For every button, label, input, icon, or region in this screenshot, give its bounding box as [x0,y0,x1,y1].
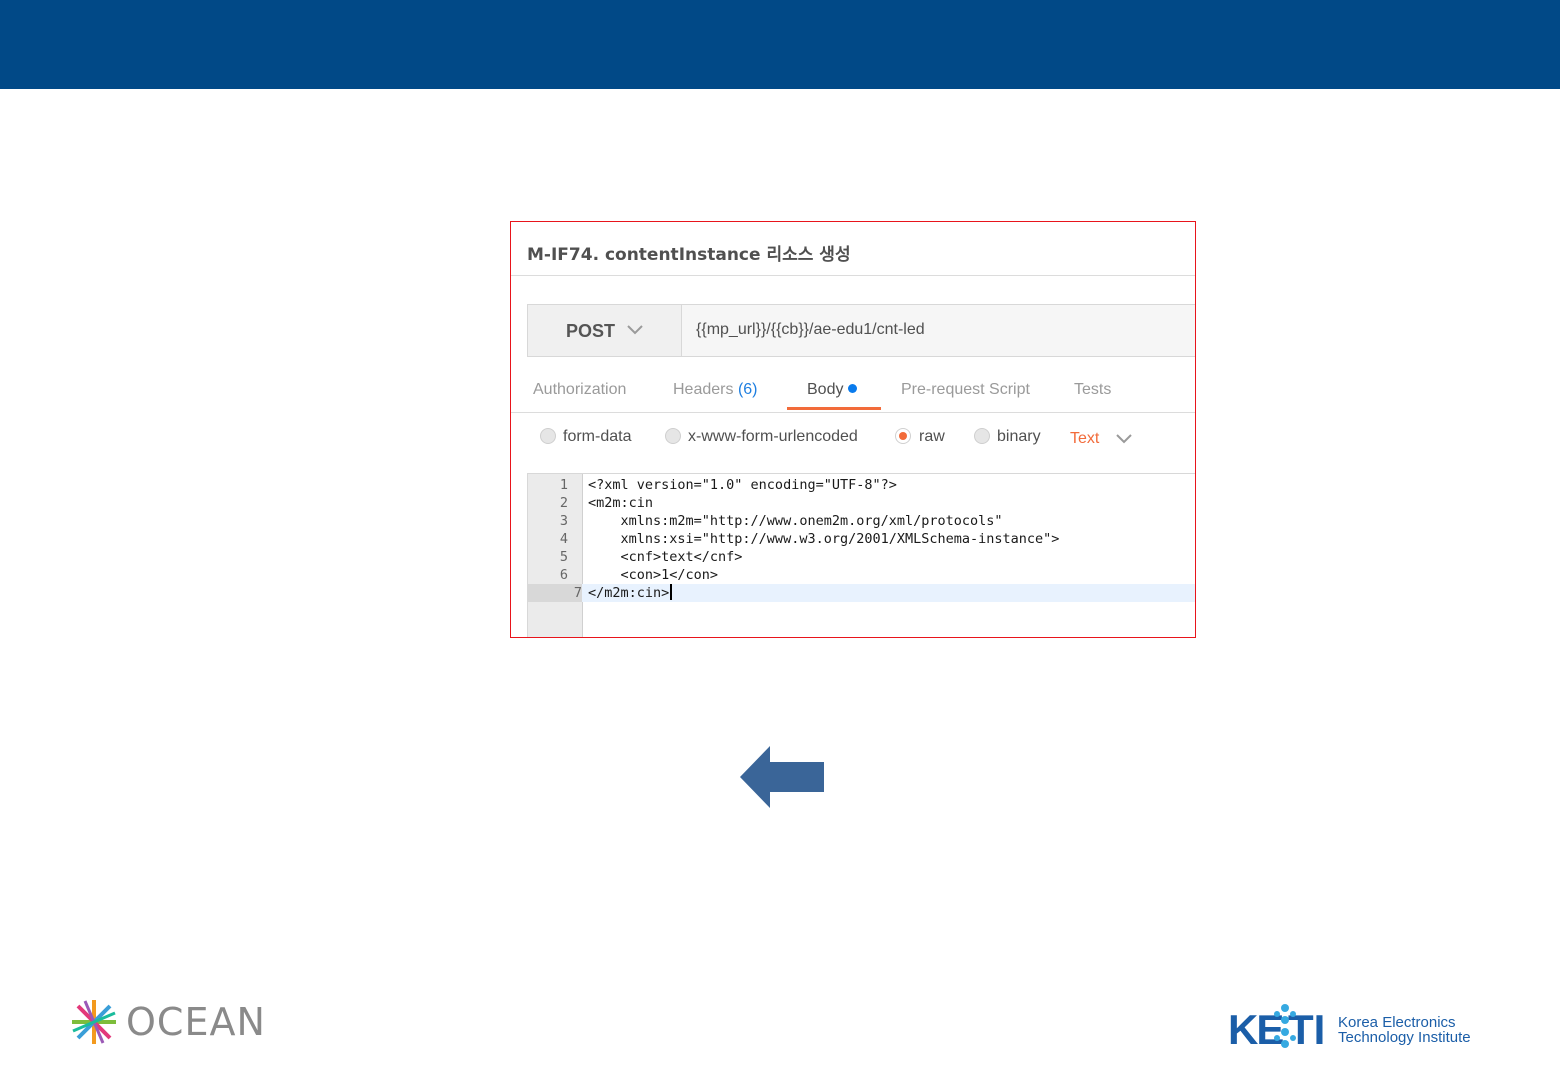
request-title: M-IF74. contentInstance 리소스 생성 [527,245,851,265]
active-tab-indicator [787,407,881,410]
line-number: 6 [559,567,568,583]
line-code: xmlns:m2m="http://www.onem2m.org/xml/pro… [588,513,1003,529]
tab-body[interactable]: Body [807,381,858,399]
request-url-bar: POST {{mp_url}}/{{cb}}/ae-edu1/cnt-led [527,304,1195,357]
radio-binary-label[interactable]: binary [997,428,1041,446]
code-line-active: 7 </m2m:cin> [528,584,1195,602]
code-line: 5 <cnf>text</cnf> [528,548,1195,566]
code-line: 6 <con>1</con> [528,566,1195,584]
tab-prerequest-script[interactable]: Pre-request Script [901,381,1030,399]
keti-name-line2: Technology Institute [1338,1029,1471,1046]
code-line: 1 <?xml version="1.0" encoding="UTF-8"?> [528,476,1195,494]
line-number: 7 [528,584,582,602]
code-line: 3 xmlns:m2m="http://www.onem2m.org/xml/p… [528,512,1195,530]
line-number: 2 [559,495,568,511]
radio-urlencoded[interactable] [665,428,681,444]
radio-form-data-label[interactable]: form-data [563,428,631,446]
text-cursor [670,584,673,600]
radio-raw[interactable] [895,428,911,444]
line-code: <?xml version="1.0" encoding="UTF-8"?> [588,477,897,493]
method-label: POST [566,321,616,341]
line-code: <m2m:cin [588,495,654,511]
arrow-left-icon [740,746,824,808]
line-number: 3 [559,513,568,529]
tab-headers-label: Headers [673,381,734,398]
keti-mark-icon: KE TI [1228,1004,1325,1053]
line-code: </m2m:cin> [588,584,673,602]
ocean-logo-text: OCEAN [126,1000,266,1044]
radio-form-data[interactable] [540,428,556,444]
headers-count-badge: (6) [737,381,758,398]
line-number: 4 [559,531,568,547]
code-line: 4 xmlns:xsi="http://www.w3.org/2001/XMLS… [528,530,1195,548]
tab-authorization[interactable]: Authorization [533,381,626,399]
line-code: <con>1</con> [588,567,719,583]
method-select[interactable]: POST [528,305,682,356]
postman-request-panel: M-IF74. contentInstance 리소스 생성 POST {{mp… [510,221,1196,638]
request-title-row: M-IF74. contentInstance 리소스 생성 [511,222,1195,276]
tab-headers[interactable]: Headers (6) [673,381,758,399]
line-code-text: </m2m:cin> [588,585,670,601]
keti-logo: KE TI Korea Electronics Technology Insti… [1226,1000,1496,1058]
ocean-logo: OCEAN [70,996,265,1048]
line-code: <cnf>text</cnf> [588,549,743,565]
line-number: 5 [559,549,568,565]
chevron-down-icon [627,325,643,335]
tab-body-label: Body [807,381,844,398]
url-input[interactable]: {{mp_url}}/{{cb}}/ae-edu1/cnt-led [696,321,925,339]
body-modified-dot-icon [848,384,858,393]
radio-urlencoded-label[interactable]: x-www-form-urlencoded [688,428,858,446]
tab-tests[interactable]: Tests [1074,381,1111,399]
body-editor[interactable]: 1 <?xml version="1.0" encoding="UTF-8"?>… [527,473,1195,637]
chevron-down-icon[interactable] [1115,431,1133,447]
line-code: xmlns:xsi="http://www.w3.org/2001/XMLSch… [588,531,1060,547]
radio-raw-label[interactable]: raw [919,428,945,446]
content-type-select[interactable]: Text [1070,430,1099,448]
code-line: 2 <m2m:cin [528,494,1195,512]
line-number: 1 [559,477,568,493]
ocean-star-icon [72,1000,116,1044]
body-mode-row: form-data x-www-form-urlencoded raw bina… [511,422,1195,454]
header-bar [0,0,1560,89]
radio-binary[interactable] [974,428,990,444]
